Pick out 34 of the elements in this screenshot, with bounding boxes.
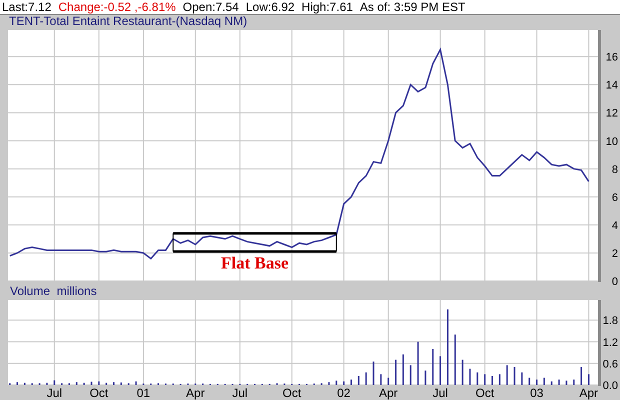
y-tick-label: 4 bbox=[612, 220, 618, 232]
chart-title: TENT-Total Entaint Restaurant-(Nasdaq NM) bbox=[0, 14, 620, 27]
x-tick-label: Jul bbox=[232, 386, 248, 400]
y-tick-label: 0.6 bbox=[602, 358, 618, 370]
high-price: High:7.61 bbox=[302, 0, 353, 14]
y-tick-label: 14 bbox=[606, 80, 618, 92]
annotation-label: Flat Base bbox=[221, 254, 289, 273]
y-tick-label: 1.8 bbox=[602, 315, 618, 328]
x-tick-label: 02 bbox=[337, 386, 350, 400]
y-tick-label: 12 bbox=[606, 108, 618, 120]
x-tick-label: Jul bbox=[46, 386, 62, 400]
x-tick-label: Apr bbox=[379, 386, 398, 400]
x-tick-label: Apr bbox=[186, 386, 205, 400]
last-price: Last:7.12 bbox=[2, 0, 52, 14]
volume-title: Volume millions bbox=[9, 285, 98, 297]
open-price: Open:7.54 bbox=[182, 0, 239, 14]
x-tick-label: Oct bbox=[282, 386, 302, 400]
y-tick-label: 0.0 bbox=[602, 380, 618, 392]
y-tick-label: 2 bbox=[612, 248, 618, 260]
x-tick-label: 01 bbox=[136, 386, 150, 400]
low-price: Low:6.92 bbox=[246, 0, 295, 14]
x-tick-label: Apr bbox=[579, 386, 598, 400]
y-tick-label: 6 bbox=[612, 192, 618, 204]
y-tick-label: 10 bbox=[606, 136, 618, 148]
y-tick-label: 16 bbox=[606, 52, 618, 64]
x-tick-label: Jul bbox=[432, 386, 448, 400]
x-tick-label: 03 bbox=[530, 386, 544, 400]
x-tick-label: Oct bbox=[90, 386, 108, 400]
x-tick-label: Oct bbox=[476, 386, 494, 400]
quote-time: As of: 3:59 PM EST bbox=[360, 0, 466, 14]
price-change: Change:-0.52 ,-6.81% bbox=[58, 0, 176, 14]
y-tick-label: 8 bbox=[612, 164, 618, 176]
y-tick-label: 1.2 bbox=[602, 336, 618, 349]
y-tick-label: 0 bbox=[612, 276, 618, 285]
